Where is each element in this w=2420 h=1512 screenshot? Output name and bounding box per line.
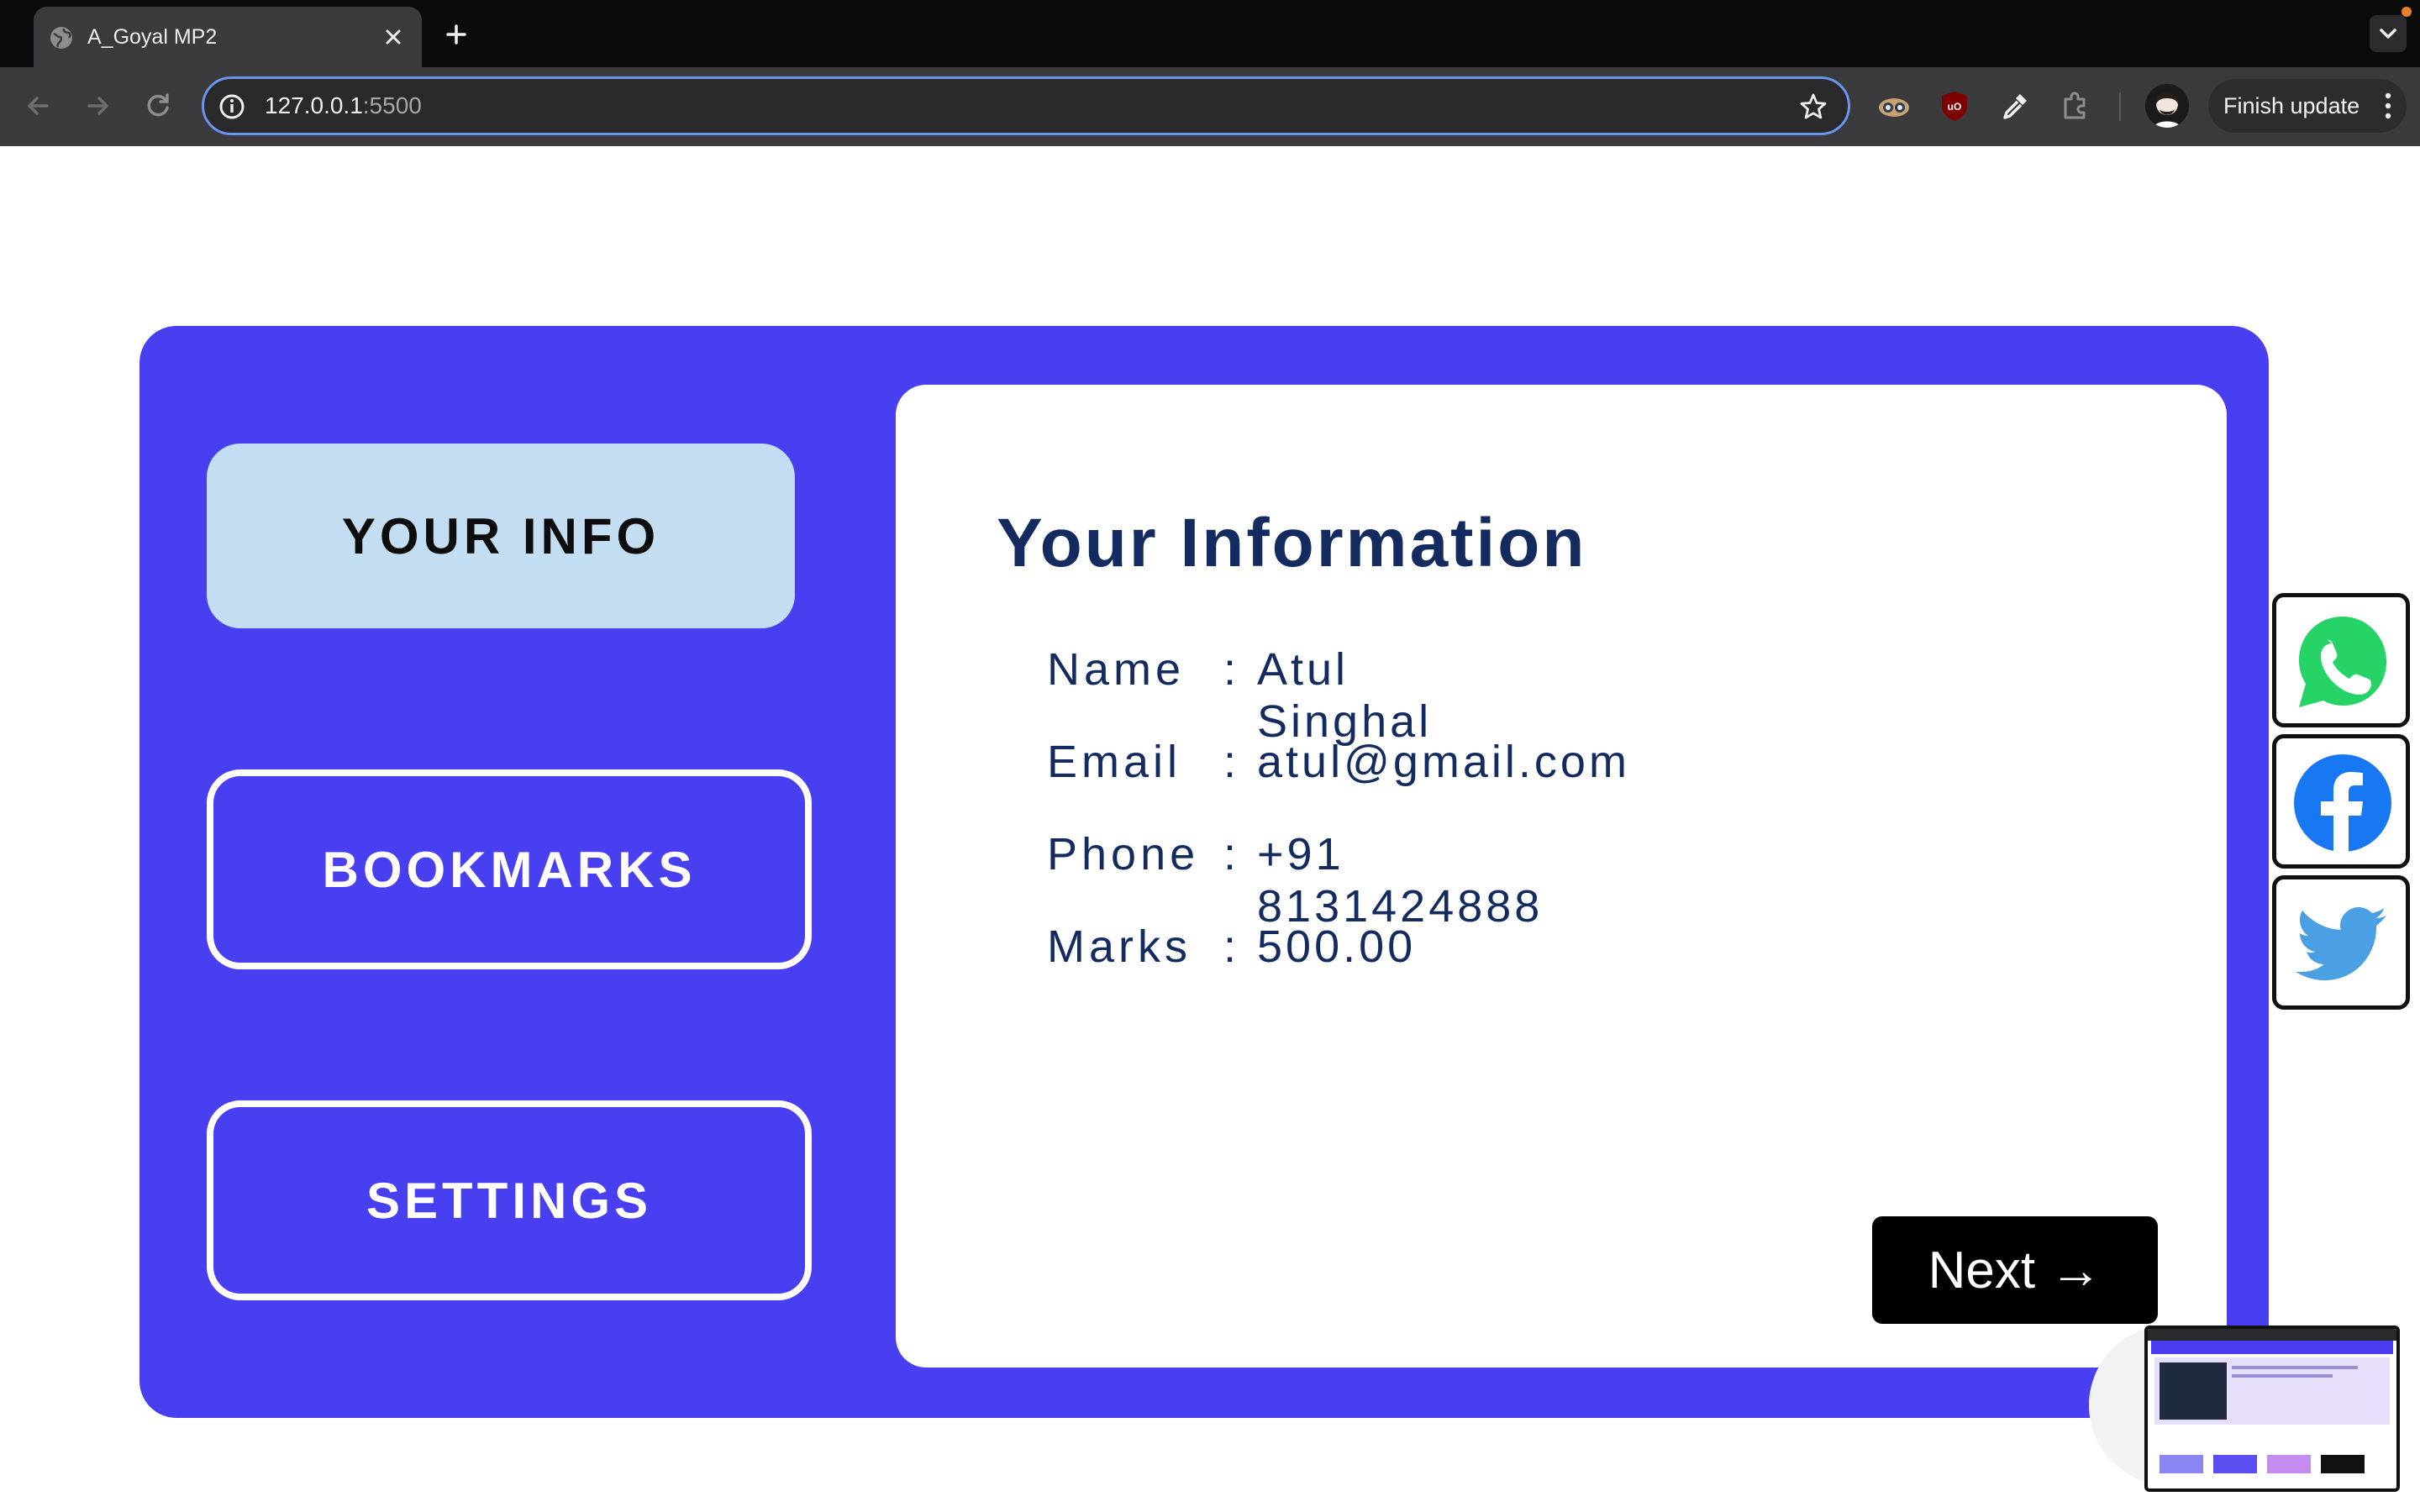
tab-title: A_Goyal MP2 bbox=[87, 25, 218, 49]
facebook-icon bbox=[2294, 754, 2391, 852]
reload-icon[interactable] bbox=[139, 87, 176, 124]
profile-avatar[interactable] bbox=[2145, 84, 2189, 128]
info-label: Name bbox=[1047, 644, 1186, 695]
page-title: Your Information bbox=[997, 505, 1587, 581]
whatsapp-button[interactable] bbox=[2272, 593, 2410, 727]
info-separator: : bbox=[1223, 921, 1241, 972]
pip-preview-window[interactable] bbox=[2144, 1326, 2400, 1492]
toolbar-divider bbox=[2119, 92, 2121, 121]
url-text: 127.0.0.1:5500 bbox=[265, 92, 422, 118]
more-vertical-icon bbox=[2385, 92, 2391, 119]
ublock-shield-icon[interactable]: uO bbox=[1936, 87, 1973, 124]
svg-text:uO: uO bbox=[1948, 101, 1962, 113]
your-info-button[interactable]: YOUR INFO bbox=[207, 444, 795, 628]
twitter-icon bbox=[2296, 907, 2386, 980]
site-info-icon[interactable] bbox=[218, 92, 246, 121]
info-label: Email bbox=[1047, 737, 1182, 787]
twitter-button[interactable] bbox=[2272, 875, 2410, 1010]
info-separator: : bbox=[1223, 737, 1241, 787]
info-separator: : bbox=[1223, 644, 1241, 695]
info-value: 500.00 bbox=[1257, 921, 1417, 972]
info-label: Marks bbox=[1047, 921, 1192, 972]
info-value: atul@gmail.com bbox=[1257, 737, 1630, 787]
eyedropper-icon[interactable] bbox=[1996, 87, 2033, 124]
bookmark-star-icon[interactable] bbox=[1797, 91, 1829, 123]
tab-search-button[interactable] bbox=[2370, 15, 2407, 52]
browser-toolbar: 127.0.0.1:5500 uO Finish update bbox=[0, 67, 2420, 146]
address-bar[interactable]: 127.0.0.1:5500 bbox=[202, 76, 1850, 135]
finish-update-button[interactable]: Finish update bbox=[2208, 79, 2407, 133]
back-arrow-icon[interactable] bbox=[20, 87, 57, 124]
facebook-button[interactable] bbox=[2272, 734, 2410, 869]
whatsapp-icon bbox=[2299, 617, 2386, 707]
new-tab-icon[interactable] bbox=[440, 18, 472, 50]
pip-thumbnail bbox=[2148, 1329, 2396, 1473]
info-separator: : bbox=[1223, 829, 1241, 879]
globe-icon bbox=[50, 27, 72, 49]
chevron-down-icon bbox=[2380, 29, 2396, 39]
info-value: +91 8131424888 bbox=[1257, 829, 1544, 932]
info-label: Phone bbox=[1047, 829, 1200, 879]
extension-mask-icon[interactable] bbox=[1876, 87, 1912, 124]
browser-tab-bar: A_Goyal MP2 bbox=[0, 0, 2420, 67]
forward-arrow-icon[interactable] bbox=[79, 87, 116, 124]
update-indicator bbox=[2402, 7, 2412, 17]
browser-tab[interactable]: A_Goyal MP2 bbox=[34, 7, 422, 67]
info-value: Atul Singhal bbox=[1257, 644, 1433, 747]
extensions-puzzle-icon[interactable] bbox=[2057, 87, 2094, 124]
avatar-image bbox=[2145, 84, 2189, 128]
close-icon[interactable] bbox=[378, 22, 408, 52]
next-button[interactable]: Next → bbox=[1872, 1216, 2158, 1324]
bookmarks-button[interactable]: BOOKMARKS bbox=[207, 769, 812, 969]
settings-button[interactable]: SETTINGS bbox=[207, 1100, 812, 1300]
